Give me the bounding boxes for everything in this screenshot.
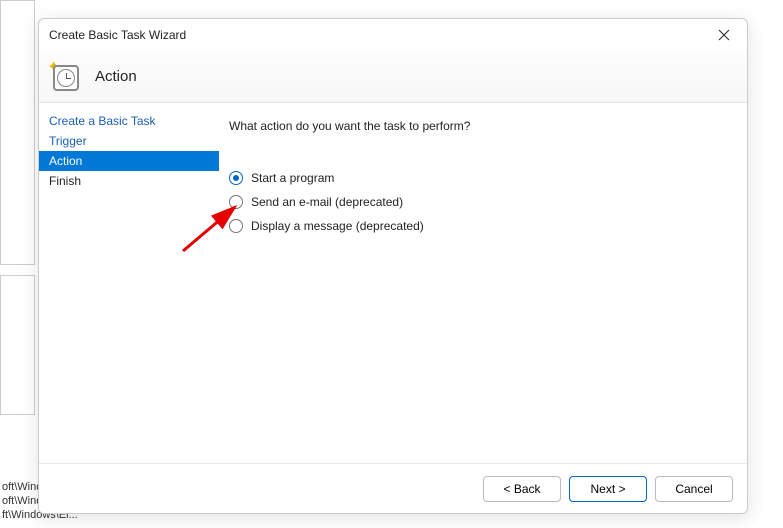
radio-icon	[229, 195, 243, 209]
dialog-footer: < Back Next > Cancel	[39, 463, 747, 513]
radio-label: Send an e-mail (deprecated)	[251, 195, 403, 209]
bg-panel-mid	[0, 275, 35, 415]
dialog-title: Create Basic Task Wizard	[49, 28, 711, 42]
nav-finish[interactable]: Finish	[39, 171, 219, 191]
nav-trigger[interactable]: Trigger	[39, 131, 219, 151]
radio-icon	[229, 171, 243, 185]
radio-send-email[interactable]: Send an e-mail (deprecated)	[229, 195, 727, 209]
content-area: What action do you want the task to perf…	[219, 103, 747, 463]
wizard-icon: ✦	[49, 61, 81, 93]
close-icon	[718, 29, 730, 41]
radio-icon	[229, 219, 243, 233]
radio-start-program[interactable]: Start a program	[229, 171, 727, 185]
page-title: Action	[95, 68, 137, 85]
nav-create-basic-task[interactable]: Create a Basic Task	[39, 111, 219, 131]
radio-label: Display a message (deprecated)	[251, 219, 424, 233]
header-band: ✦ Action	[39, 51, 747, 103]
cancel-button[interactable]: Cancel	[655, 476, 733, 502]
prompt-text: What action do you want the task to perf…	[229, 119, 727, 133]
clock-icon	[53, 65, 79, 91]
dialog-body: Create a Basic Task Trigger Action Finis…	[39, 103, 747, 463]
back-button[interactable]: < Back	[483, 476, 561, 502]
nav-action[interactable]: Action	[39, 151, 219, 171]
close-button[interactable]	[711, 22, 737, 48]
wizard-dialog: Create Basic Task Wizard ✦ Action Create…	[38, 18, 748, 514]
titlebar: Create Basic Task Wizard	[39, 19, 747, 51]
wizard-nav: Create a Basic Task Trigger Action Finis…	[39, 103, 219, 463]
radio-display-message[interactable]: Display a message (deprecated)	[229, 219, 727, 233]
radio-label: Start a program	[251, 171, 334, 185]
next-button[interactable]: Next >	[569, 476, 647, 502]
bg-panel-top	[0, 0, 35, 265]
